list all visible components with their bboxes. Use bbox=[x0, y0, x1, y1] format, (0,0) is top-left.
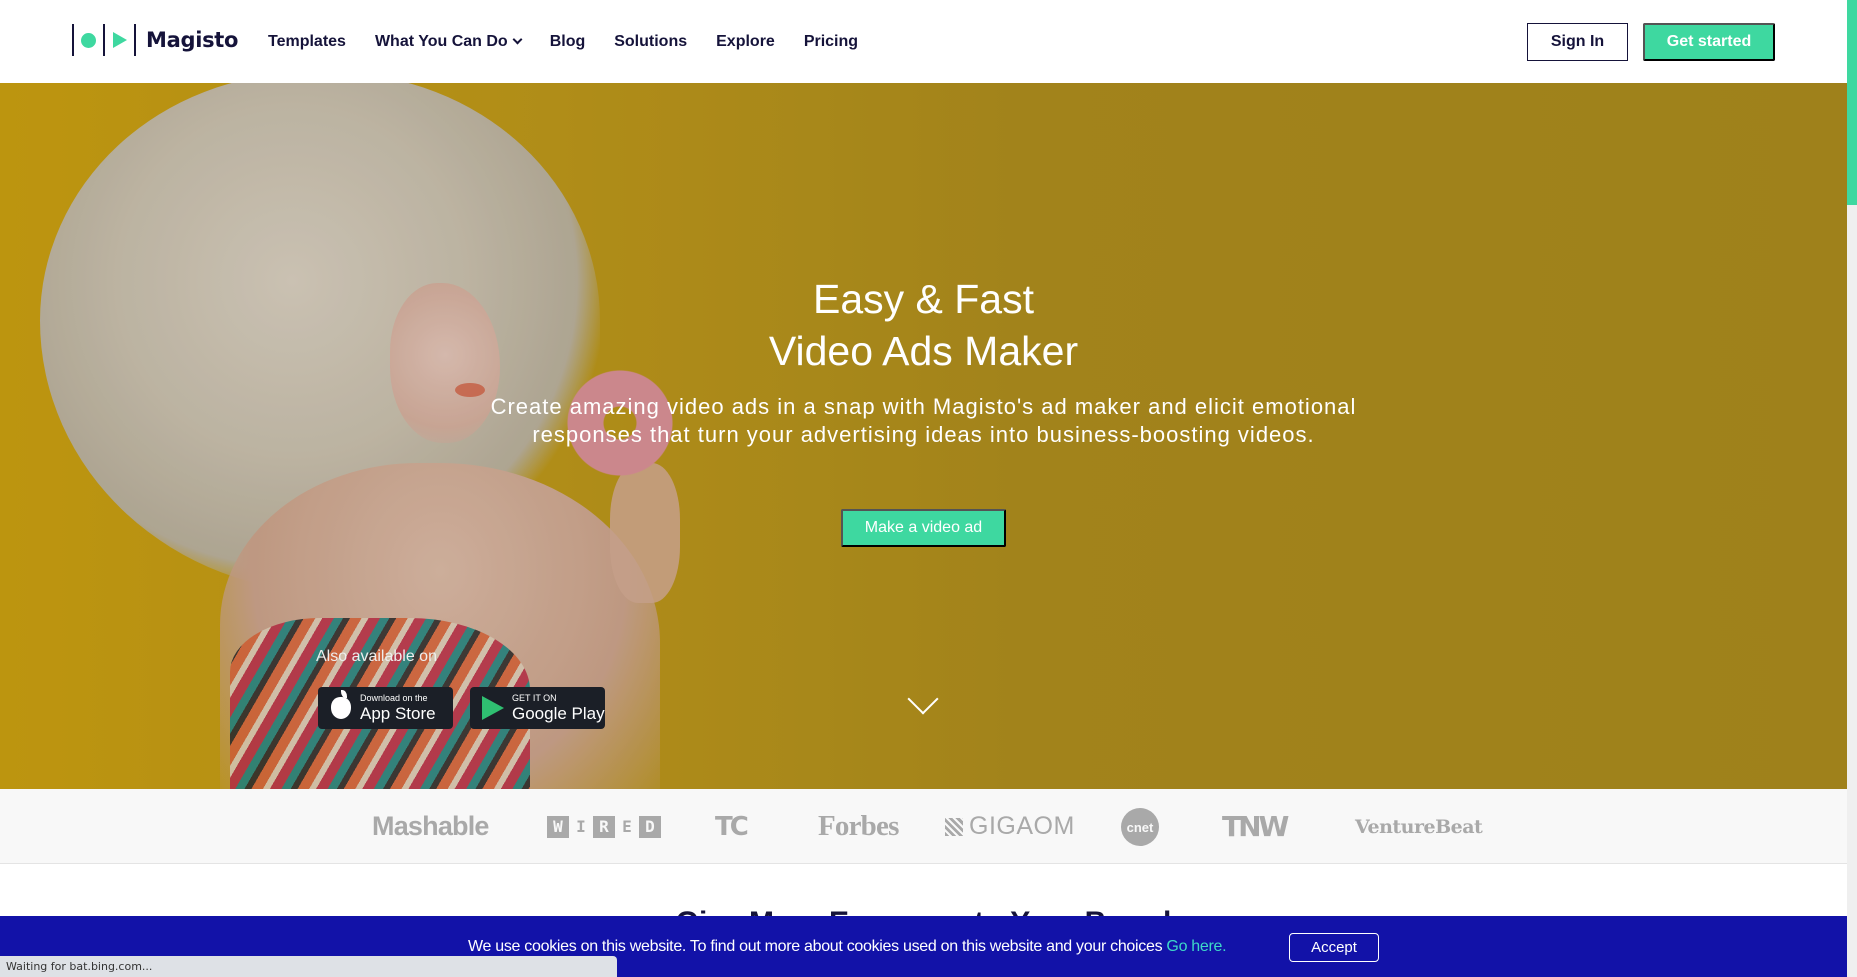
logo-bar bbox=[103, 24, 105, 56]
also-available-label: Also available on bbox=[316, 648, 437, 665]
accept-cookies-button[interactable]: Accept bbox=[1289, 933, 1379, 962]
logo-dot-icon bbox=[81, 32, 96, 48]
gigaom-text: GIGAOM bbox=[969, 812, 1075, 840]
app-store-big: App Store bbox=[360, 704, 436, 723]
magisto-logo[interactable]: Magisto bbox=[72, 24, 238, 56]
hero-subtitle-line: Create amazing video ads in a snap with … bbox=[490, 394, 1357, 419]
wired-logo: WIRED bbox=[547, 789, 662, 864]
site-header: Magisto Templates What You Can Do Blog S… bbox=[0, 0, 1847, 83]
make-video-ad-button[interactable]: Make a video ad bbox=[841, 509, 1006, 547]
hero-title: Easy & Fast Video Ads Maker bbox=[0, 273, 1847, 377]
sign-in-button[interactable]: Sign In bbox=[1527, 23, 1628, 61]
gigaom-mark-icon bbox=[945, 817, 963, 836]
main-nav: Templates What You Can Do Blog Solutions… bbox=[268, 0, 887, 83]
hero-section: Easy & Fast Video Ads Maker Create amazi… bbox=[0, 83, 1847, 789]
venturebeat-logo: VentureBeat bbox=[1355, 815, 1483, 838]
cnet-logo: cnet bbox=[1121, 808, 1159, 846]
google-play-icon bbox=[480, 696, 506, 720]
logo-wordmark: Magisto bbox=[146, 28, 239, 52]
page-scrollbar[interactable] bbox=[1847, 0, 1857, 977]
forbes-logo: Forbes bbox=[818, 810, 899, 842]
cookie-message: We use cookies on this website. To find … bbox=[468, 938, 1167, 955]
gigaom-logo: GIGAOM bbox=[945, 789, 1075, 864]
nav-label: Blog bbox=[549, 32, 586, 50]
nav-label: Templates bbox=[268, 32, 346, 50]
logo-bar bbox=[134, 24, 136, 56]
scrollbar-thumb[interactable] bbox=[1847, 0, 1857, 205]
nav-label: Solutions bbox=[614, 32, 688, 50]
apple-icon bbox=[328, 690, 354, 719]
nav-templates[interactable]: Templates bbox=[268, 33, 346, 51]
chevron-down-icon bbox=[512, 34, 523, 45]
google-play-button[interactable]: GET IT ON Google Play bbox=[470, 687, 605, 729]
hero-title-line: Easy & Fast bbox=[812, 276, 1034, 322]
browser-status-bar: Waiting for bat.bing.com... bbox=[0, 956, 617, 977]
hero-subtitle-line: responses that turn your advertising ide… bbox=[532, 422, 1315, 447]
hero-title-line: Video Ads Maker bbox=[768, 328, 1079, 374]
nav-label: What You Can Do bbox=[374, 32, 508, 50]
cookie-text: We use cookies on this website. To find … bbox=[468, 938, 1227, 956]
nav-solutions[interactable]: Solutions bbox=[614, 33, 687, 51]
app-store-button[interactable]: Download on the App Store bbox=[318, 687, 453, 729]
logo-bar bbox=[72, 24, 74, 56]
nav-explore[interactable]: Explore bbox=[716, 33, 775, 51]
techcrunch-logo: TC bbox=[715, 811, 749, 842]
nav-blog[interactable]: Blog bbox=[550, 33, 586, 51]
get-started-button[interactable]: Get started bbox=[1643, 23, 1775, 61]
tnw-logo: TNW bbox=[1222, 810, 1289, 843]
hero-subtitle: Create amazing video ads in a snap with … bbox=[0, 393, 1847, 449]
nav-label: Explore bbox=[716, 32, 775, 50]
nav-what-you-can-do[interactable]: What You Can Do bbox=[374, 32, 523, 51]
cookie-policy-link[interactable]: Go here. bbox=[1166, 938, 1226, 955]
google-play-big: Google Play bbox=[512, 704, 605, 723]
press-logos-bar: Mashable WIRED TC Forbes GIGAOM cnet TNW… bbox=[0, 789, 1847, 864]
mashable-logo: Mashable bbox=[372, 811, 489, 841]
nav-label: Pricing bbox=[803, 32, 859, 50]
nav-pricing[interactable]: Pricing bbox=[804, 33, 858, 51]
app-store-small: Download on the bbox=[360, 693, 428, 703]
google-play-small: GET IT ON bbox=[512, 693, 557, 703]
logo-play-icon bbox=[113, 32, 127, 48]
